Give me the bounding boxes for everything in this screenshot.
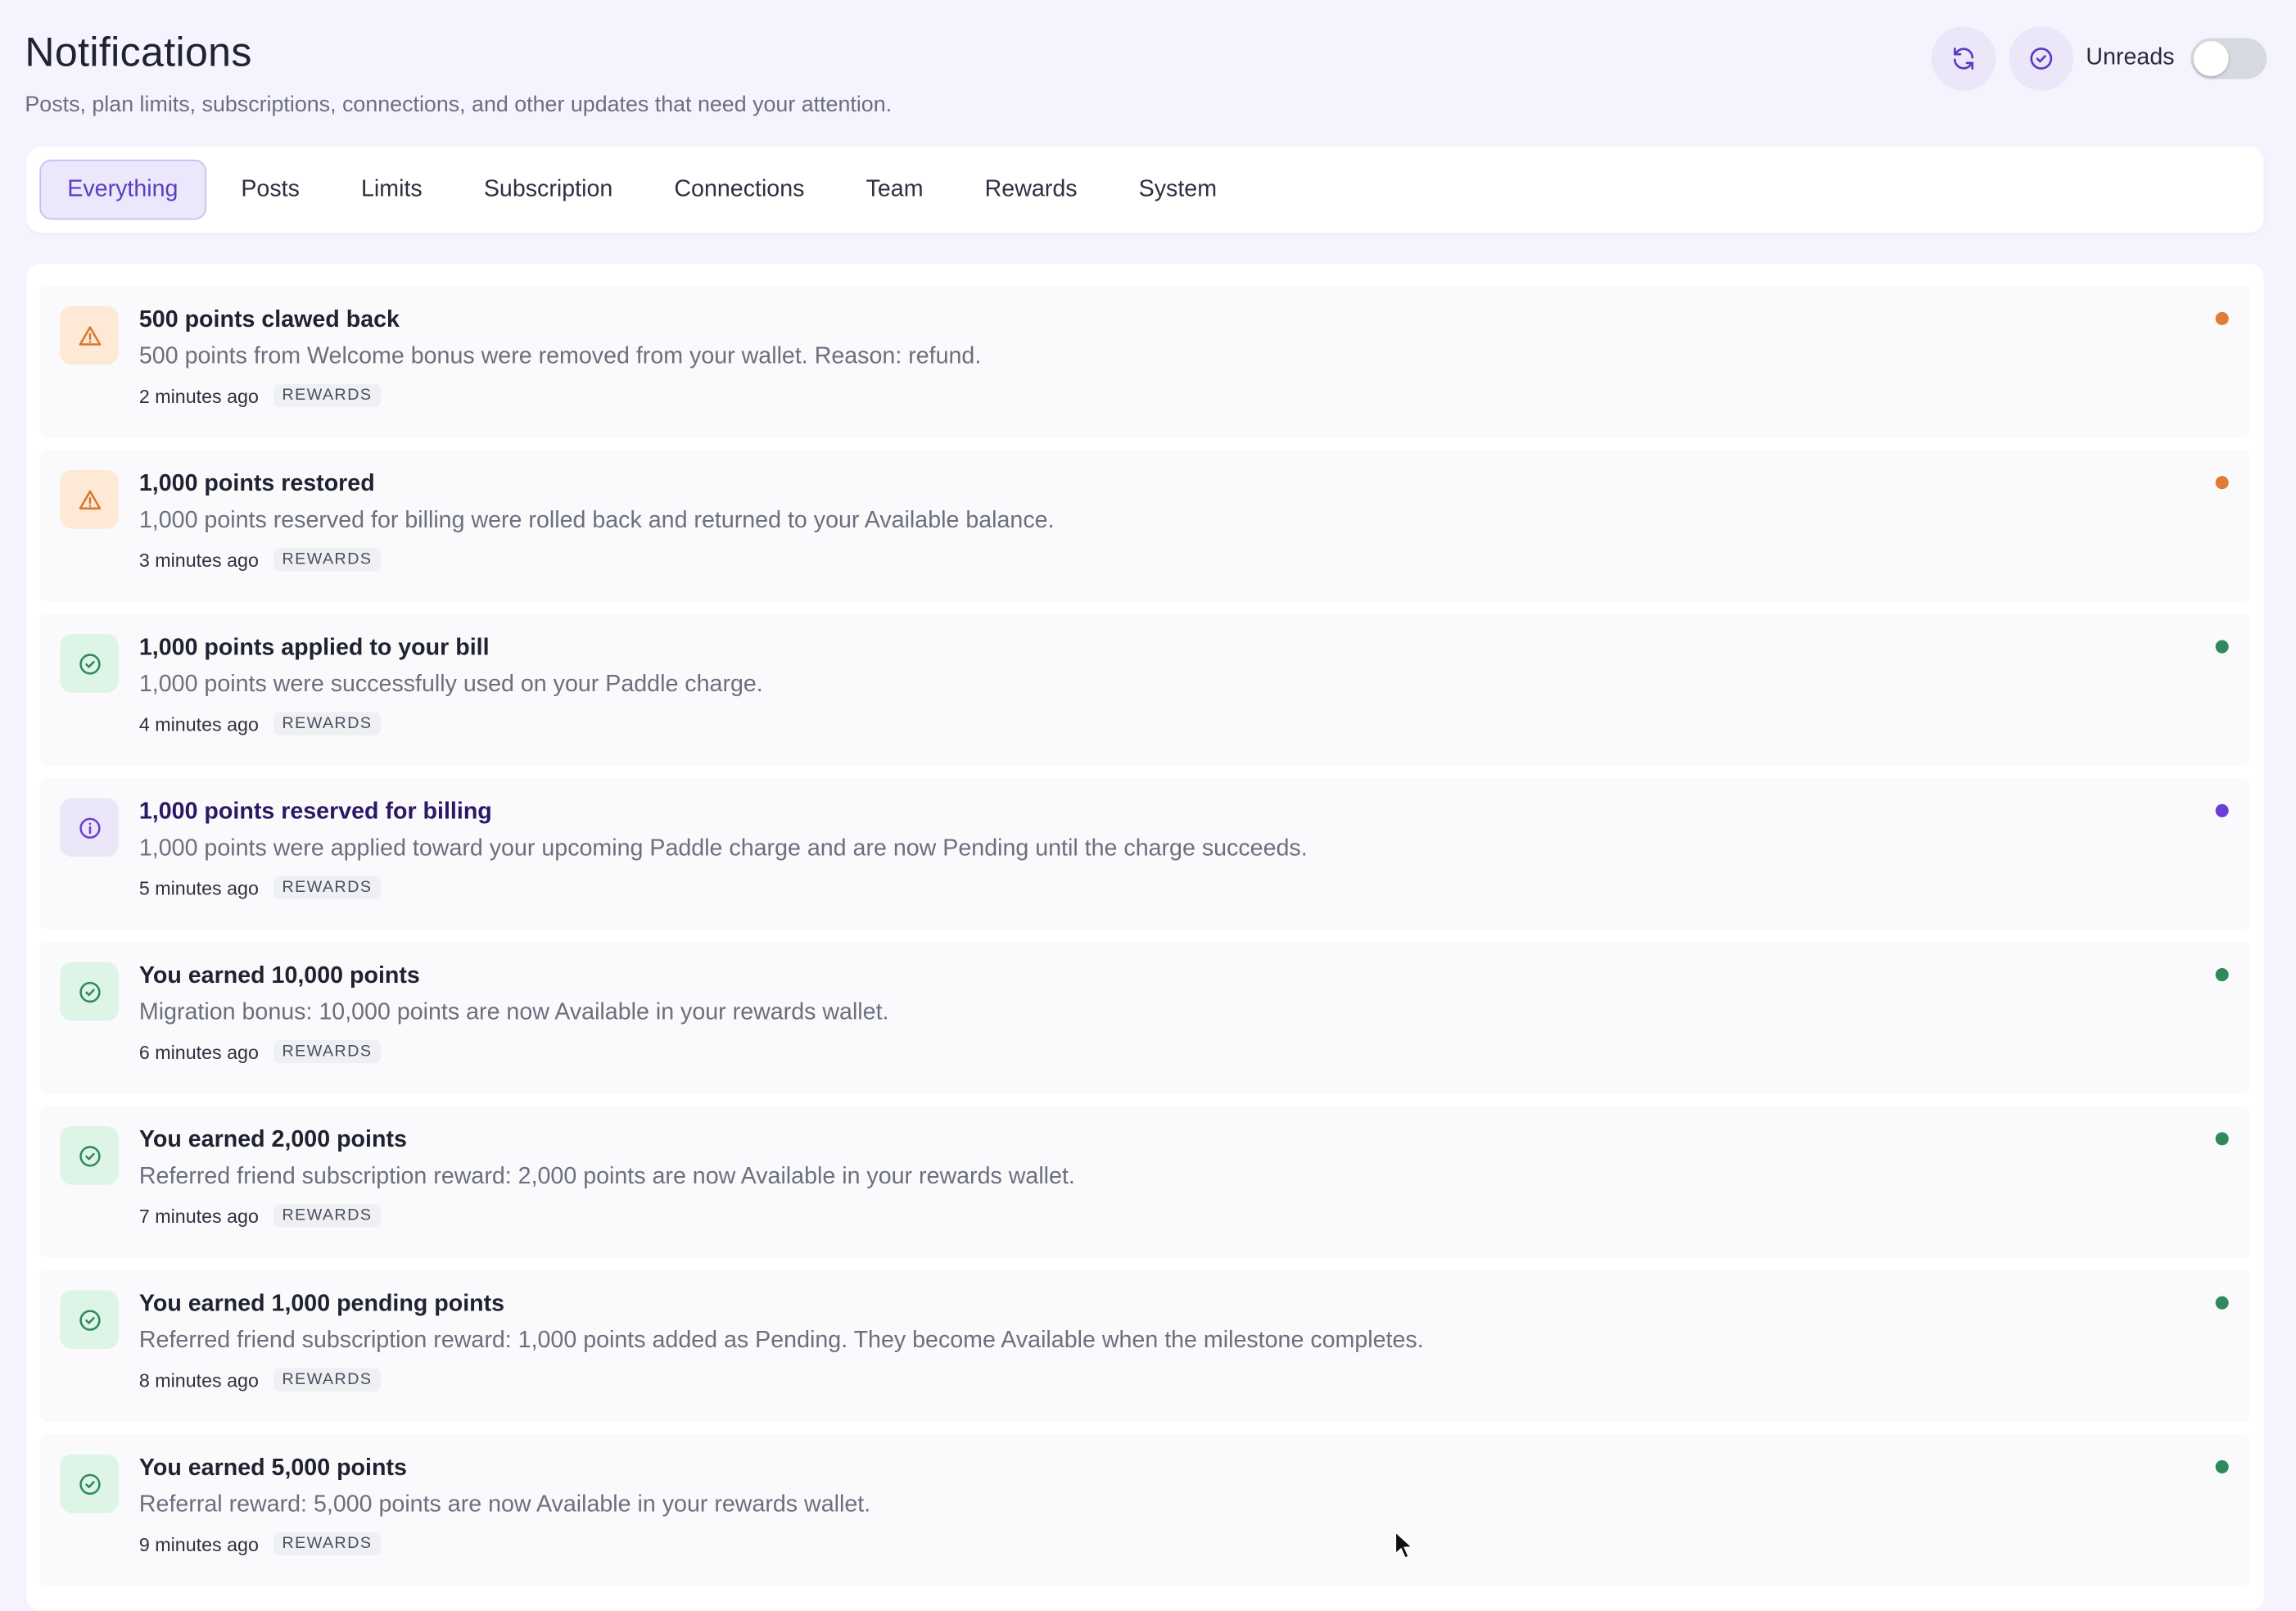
notification-time: 7 minutes ago	[138, 1204, 259, 1227]
unreads-toggle[interactable]	[2190, 38, 2267, 79]
notification-item[interactable]: You earned 10,000 points Migration bonus…	[39, 941, 2251, 1094]
notification-time: 2 minutes ago	[138, 384, 259, 407]
unread-dot	[2215, 803, 2229, 817]
tab-connections[interactable]: Connections	[644, 160, 835, 219]
notification-item[interactable]: You earned 2,000 points Referred friend …	[39, 1106, 2251, 1259]
header-actions: Unreads	[1930, 26, 2267, 91]
check-circle-icon	[79, 980, 100, 1002]
toggle-knob	[2193, 41, 2229, 76]
notification-body: 1,000 points were applied toward your up…	[138, 836, 1308, 862]
category-badge: REWARDS	[273, 1039, 382, 1064]
check-circle-icon	[79, 1145, 100, 1166]
notification-time: 5 minutes ago	[138, 876, 259, 899]
notification-title: 500 points clawed back	[138, 307, 400, 333]
notification-meta: 6 minutes ago REWARDS	[138, 1039, 382, 1064]
refresh-button[interactable]	[1930, 26, 1995, 91]
info-circle-icon	[79, 817, 100, 839]
notification-time: 8 minutes ago	[138, 1369, 259, 1391]
notification-icon-box	[60, 1290, 119, 1349]
tab-limits[interactable]: Limits	[330, 160, 453, 219]
unread-dot	[2215, 968, 2229, 982]
warning-triangle-icon	[78, 325, 101, 345]
tab-subscription[interactable]: Subscription	[453, 160, 644, 219]
notification-icon-box	[60, 305, 119, 365]
notification-icon-box	[60, 1126, 119, 1185]
tab-team[interactable]: Team	[835, 160, 954, 219]
notification-body: 1,000 points were successfully used on y…	[138, 672, 763, 698]
unread-dot	[2215, 311, 2229, 325]
notification-body: 500 points from Welcome bonus were remov…	[138, 344, 982, 369]
unread-dot	[2215, 1459, 2229, 1473]
notification-body: Migration bonus: 10,000 points are now A…	[138, 1000, 889, 1025]
notification-meta: 7 minutes ago REWARDS	[138, 1203, 382, 1228]
notification-item[interactable]: 500 points clawed back 500 points from W…	[39, 285, 2251, 438]
notification-time: 3 minutes ago	[138, 548, 259, 571]
notification-item[interactable]: You earned 1,000 pending points Referred…	[39, 1269, 2251, 1423]
mark-all-read-button[interactable]	[2008, 26, 2073, 91]
tab-posts[interactable]: Posts	[210, 160, 331, 219]
notification-time: 9 minutes ago	[138, 1532, 259, 1555]
notification-title: You earned 1,000 pending points	[138, 1292, 505, 1317]
notifications-page: Notifications Posts, plan limits, subscr…	[0, 0, 2296, 1611]
category-badge: REWARDS	[273, 1532, 382, 1556]
notification-title: 1,000 points restored	[138, 471, 375, 497]
notification-meta: 8 minutes ago REWARDS	[138, 1368, 382, 1392]
unreads-label: Unreads	[2086, 45, 2175, 70]
category-badge: REWARDS	[273, 712, 382, 735]
page-subtitle: Posts, plan limits, subscriptions, conne…	[25, 92, 893, 118]
unread-dot	[2215, 640, 2229, 654]
notification-meta: 3 minutes ago REWARDS	[138, 547, 382, 572]
notification-meta: 4 minutes ago REWARDS	[138, 712, 382, 735]
category-tabs: Everything Posts Limits Subscription Con…	[26, 146, 2264, 233]
notification-icon-box	[60, 634, 119, 693]
page-header: Notifications Posts, plan limits, subscr…	[25, 26, 2267, 129]
notification-title: You earned 5,000 points	[138, 1455, 407, 1481]
unread-dot	[2215, 1132, 2229, 1146]
notification-meta: 2 minutes ago REWARDS	[138, 383, 382, 408]
category-badge: REWARDS	[273, 547, 382, 572]
notification-title: You earned 2,000 points	[138, 1127, 407, 1153]
check-circle-icon	[2029, 48, 2052, 70]
notification-item[interactable]: 1,000 points restored 1,000 points reser…	[39, 449, 2251, 602]
tab-system[interactable]: System	[1108, 160, 1247, 219]
notification-time: 6 minutes ago	[138, 1040, 259, 1063]
notification-body: Referred friend subscription reward: 1,0…	[138, 1328, 1424, 1354]
notification-icon-box	[60, 470, 119, 529]
notification-title: You earned 10,000 points	[138, 963, 420, 989]
check-circle-icon	[79, 653, 100, 674]
notification-item[interactable]: 1,000 points applied to your bill 1,000 …	[39, 613, 2251, 767]
notification-list: 500 points clawed back 500 points from W…	[26, 263, 2264, 1611]
notification-title: 1,000 points applied to your bill	[138, 636, 490, 661]
notification-body: 1,000 points reserved for billing were r…	[138, 508, 1055, 533]
category-badge: REWARDS	[273, 383, 382, 408]
notification-item[interactable]: 1,000 points reserved for billing 1,000 …	[39, 777, 2251, 930]
notification-body: Referred friend subscription reward: 2,0…	[138, 1164, 1075, 1190]
notification-icon-box	[60, 1454, 119, 1514]
check-circle-icon	[79, 1309, 100, 1330]
category-badge: REWARDS	[273, 1203, 382, 1228]
category-badge: REWARDS	[273, 1368, 382, 1392]
unread-dot	[2215, 1296, 2229, 1310]
refresh-icon	[1953, 48, 1973, 70]
notification-item[interactable]: You earned 5,000 points Referral reward:…	[39, 1433, 2251, 1586]
notification-body: Referral reward: 5,000 points are now Av…	[138, 1492, 871, 1518]
category-badge: REWARDS	[273, 876, 382, 899]
notification-icon-box	[60, 962, 119, 1021]
tab-everything[interactable]: Everything	[39, 159, 206, 220]
check-circle-icon	[79, 1473, 100, 1495]
notification-meta: 9 minutes ago REWARDS	[138, 1532, 382, 1556]
warning-triangle-icon	[78, 489, 101, 509]
notification-time: 4 minutes ago	[138, 712, 259, 735]
tab-rewards[interactable]: Rewards	[954, 160, 1108, 219]
mouse-cursor-icon	[1394, 1530, 1414, 1559]
notification-meta: 5 minutes ago REWARDS	[138, 876, 382, 899]
notification-icon-box	[60, 798, 119, 858]
notification-title: 1,000 points reserved for billing	[138, 799, 492, 825]
unread-dot	[2215, 476, 2229, 490]
